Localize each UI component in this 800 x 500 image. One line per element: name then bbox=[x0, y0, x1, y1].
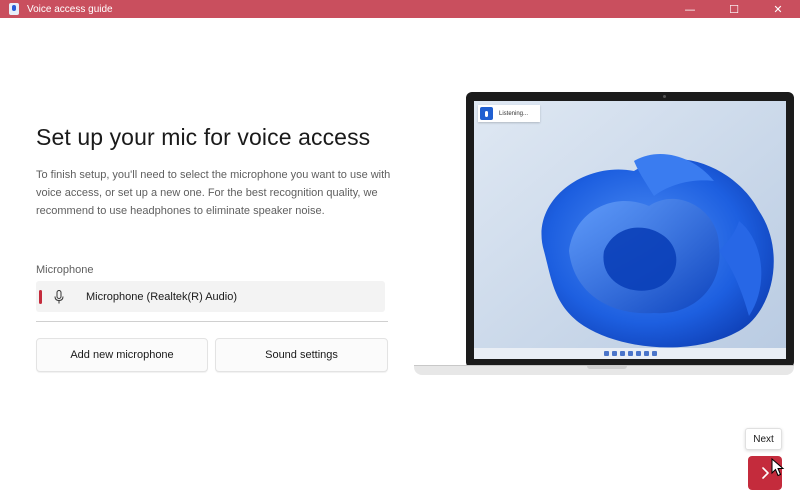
title-bar: Voice access guide — ☐ ✕ bbox=[0, 0, 800, 18]
add-microphone-button[interactable]: Add new microphone bbox=[36, 338, 208, 372]
laptop-display: Listening... bbox=[474, 101, 786, 359]
start-icon bbox=[603, 351, 609, 356]
microphone-select[interactable]: Microphone (Realtek(R) Audio) bbox=[36, 281, 385, 312]
microphone-icon bbox=[54, 289, 64, 304]
taskbar-icon bbox=[619, 351, 625, 356]
voice-access-bar: Listening... bbox=[478, 105, 540, 122]
webcam bbox=[663, 95, 666, 98]
taskbar-icon bbox=[643, 351, 649, 356]
listening-status: Listening... bbox=[499, 110, 529, 117]
taskbar-icon bbox=[635, 351, 641, 356]
next-tooltip: Next bbox=[745, 428, 782, 450]
page-title: Set up your mic for voice access bbox=[36, 124, 371, 150]
taskbar-icon bbox=[611, 351, 617, 356]
laptop-notch bbox=[587, 366, 627, 369]
maximize-button[interactable]: ☐ bbox=[712, 0, 756, 18]
voice-mic-icon bbox=[480, 107, 493, 120]
setup-description: To finish setup, you'll need to select t… bbox=[36, 169, 391, 217]
laptop-illustration: Listening... bbox=[466, 92, 794, 368]
window-title: Voice access guide bbox=[27, 3, 113, 15]
windows-bloom-wallpaper bbox=[474, 101, 786, 359]
selection-indicator bbox=[39, 289, 42, 304]
sound-settings-button[interactable]: Sound settings bbox=[215, 338, 388, 372]
app-icon bbox=[9, 3, 19, 15]
taskbar-icon bbox=[627, 351, 633, 356]
mouse-cursor-icon bbox=[771, 458, 785, 477]
taskbar bbox=[474, 348, 786, 359]
divider bbox=[36, 321, 388, 322]
microphone-label: Microphone bbox=[36, 264, 94, 276]
window-controls: — ☐ ✕ bbox=[668, 0, 800, 18]
taskbar-icon bbox=[651, 351, 657, 356]
microphone-value: Microphone (Realtek(R) Audio) bbox=[86, 290, 238, 303]
chevron-right-icon bbox=[762, 467, 769, 479]
close-button[interactable]: ✕ bbox=[756, 0, 800, 18]
minimize-button[interactable]: — bbox=[668, 0, 712, 18]
